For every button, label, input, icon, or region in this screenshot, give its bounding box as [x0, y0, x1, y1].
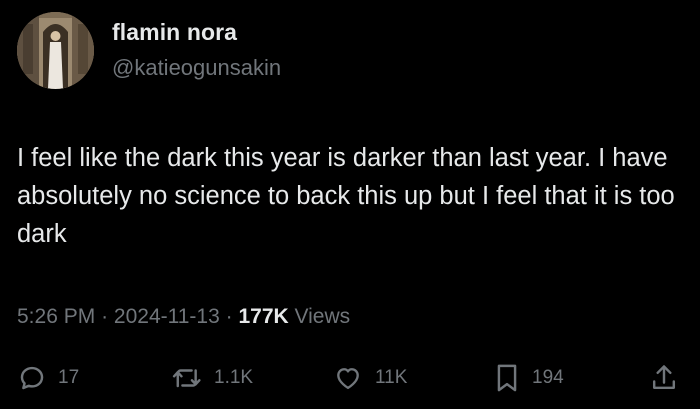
tweet-card: flamin nora @katieogunsakin I feel like …	[0, 0, 700, 409]
tweet-meta: 5:26 PM · 2024-11-13 · 177K Views	[17, 305, 350, 329]
views-label: Views	[294, 305, 351, 328]
avatar[interactable]	[17, 12, 94, 89]
heart-icon	[337, 368, 359, 390]
profile-photo-icon	[17, 12, 94, 89]
share-icon	[652, 365, 676, 390]
meta-separator: ·	[101, 305, 109, 328]
display-name[interactable]: flamin nora	[112, 19, 237, 46]
reply-count: 17	[58, 367, 80, 388]
share-button[interactable]	[650, 360, 678, 396]
retweet-button[interactable]: 1.1K	[172, 360, 253, 396]
user-handle[interactable]: @katieogunsakin	[112, 55, 281, 81]
meta-separator: ·	[225, 305, 233, 328]
bookmark-count: 194	[532, 367, 564, 388]
action-bar: 17 1.1K 11K 194	[0, 360, 700, 396]
retweet-icon	[172, 369, 201, 388]
views-count: 177K	[238, 305, 289, 328]
bookmark-icon	[497, 364, 517, 392]
tweet-text: I feel like the dark this year is darker…	[17, 144, 675, 248]
like-count: 11K	[375, 367, 408, 388]
bookmark-button[interactable]: 194	[494, 360, 564, 396]
reply-icon	[20, 366, 44, 390]
like-button[interactable]: 11K	[333, 360, 407, 396]
retweet-count: 1.1K	[214, 367, 254, 388]
tweet-date[interactable]: 2024-11-13	[114, 305, 220, 328]
reply-button[interactable]: 17	[18, 360, 79, 396]
tweet-time[interactable]: 5:26 PM	[17, 305, 95, 328]
